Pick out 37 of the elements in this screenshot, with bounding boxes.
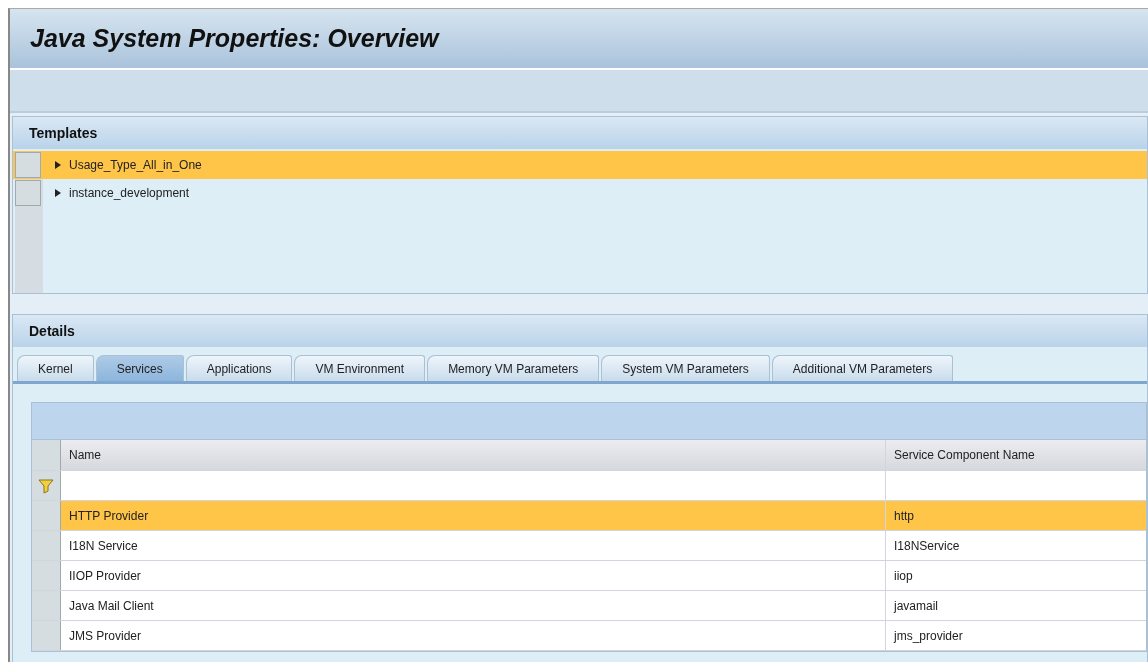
table-cell: I18N Service bbox=[61, 531, 886, 560]
tab[interactable]: Additional VM Parameters bbox=[771, 355, 954, 381]
table-cell: IIOP Provider bbox=[61, 561, 886, 590]
panel-title: Templates bbox=[13, 117, 1147, 149]
window-title: Java System Properties: Overview bbox=[10, 9, 1148, 70]
tree-item[interactable]: instance_development bbox=[13, 179, 1147, 207]
column-header[interactable]: Name bbox=[61, 440, 886, 470]
tab[interactable]: Services bbox=[95, 355, 184, 381]
tab[interactable]: VM Environment bbox=[294, 355, 426, 381]
tab[interactable]: Memory VM Parameters bbox=[427, 355, 600, 381]
row-selector[interactable] bbox=[32, 531, 61, 560]
tab[interactable]: System VM Parameters bbox=[601, 355, 770, 381]
tab[interactable]: Kernel bbox=[17, 355, 94, 381]
table-cell: JMS Provider bbox=[61, 621, 886, 650]
tree-item-label: Usage_Type_All_in_One bbox=[69, 158, 202, 172]
expand-icon[interactable] bbox=[55, 189, 61, 197]
panel-title: Details bbox=[13, 315, 1147, 347]
select-all-selector[interactable] bbox=[32, 440, 61, 470]
column-header[interactable]: Service Component Name bbox=[886, 440, 1146, 470]
filter-icon[interactable] bbox=[38, 477, 54, 494]
row-selector[interactable] bbox=[32, 591, 61, 620]
table-cell: HTTP Provider bbox=[61, 501, 886, 530]
table-cell-text: I18NService bbox=[893, 537, 961, 555]
row-selector[interactable] bbox=[32, 621, 61, 650]
table-cell: Java Mail Client bbox=[61, 591, 886, 620]
row-selector[interactable] bbox=[32, 501, 61, 530]
row-selector[interactable] bbox=[15, 180, 41, 206]
row-selector[interactable] bbox=[15, 152, 41, 178]
table-cell: http bbox=[886, 501, 1146, 530]
table-cell-text: iiop bbox=[893, 567, 914, 585]
row-selector[interactable] bbox=[32, 561, 61, 590]
tab[interactable]: Applications bbox=[185, 355, 293, 381]
table-cell-text: jms_provider bbox=[892, 627, 964, 645]
table-cell-text: javamail bbox=[892, 597, 939, 615]
tree-item-label: instance_development bbox=[69, 186, 190, 200]
expand-icon[interactable] bbox=[55, 161, 61, 169]
tree-item[interactable]: Usage_Type_All_in_One bbox=[13, 151, 1147, 179]
